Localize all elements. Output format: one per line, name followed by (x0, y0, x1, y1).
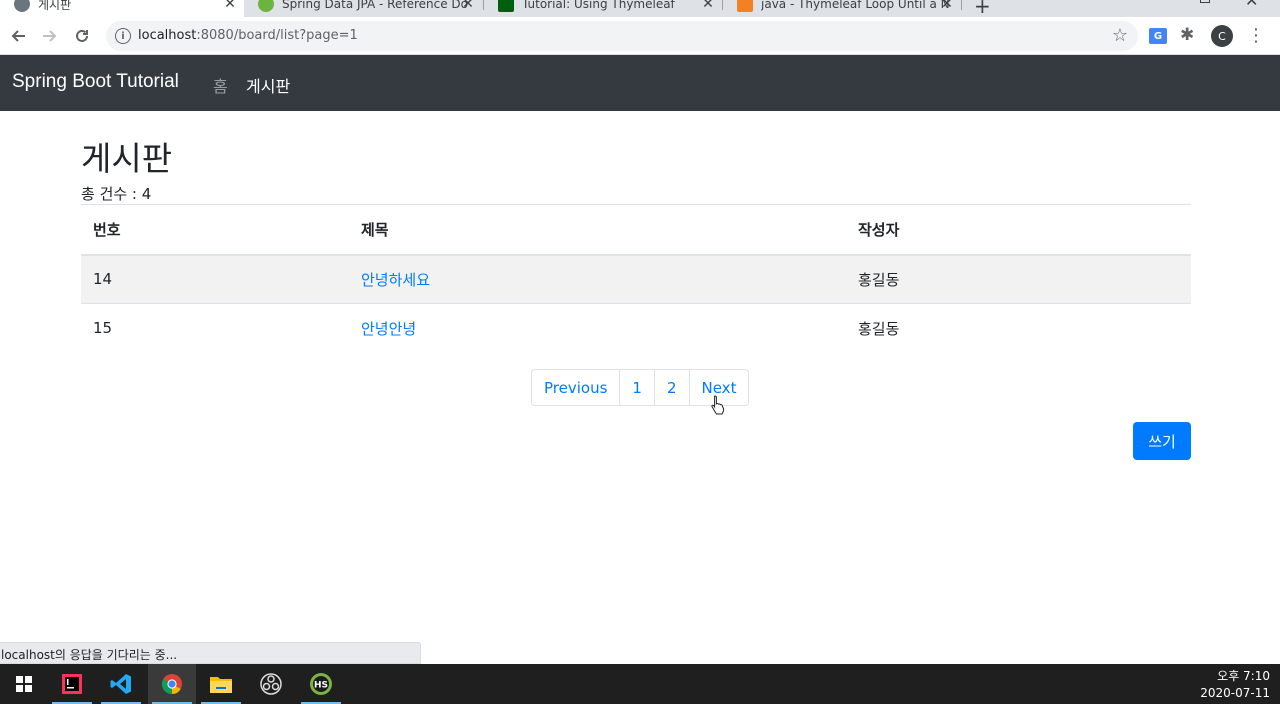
column-header-title: 제목 (349, 204, 846, 256)
intellij-icon (62, 674, 82, 694)
profile-avatar[interactable]: C (1211, 25, 1233, 47)
close-icon[interactable]: ✕ (700, 0, 716, 12)
pagination-previous[interactable]: Previous (531, 369, 621, 406)
address-bar[interactable]: i localhost:8080/board/list?page=1 ☆ (106, 21, 1138, 51)
extensions-puzzle-icon[interactable]: ✱ (1180, 25, 1194, 45)
window-restore-icon[interactable] (1200, 0, 1210, 3)
windows-logo-icon (16, 676, 32, 692)
more-menu-icon[interactable]: ⋮ (1247, 25, 1265, 46)
new-tab-plus-icon[interactable]: + (974, 0, 991, 17)
system-clock[interactable]: 오후 7:10 2020-07-11 (1200, 668, 1270, 702)
url-path: :8080/board/list?page=1 (196, 28, 358, 43)
windows-taskbar: HS 오후 7:10 2020-07-11 (0, 664, 1280, 704)
svg-text:HS: HS (314, 681, 328, 691)
site-navbar: Spring Boot Tutorial 홈 게시판 (0, 55, 1280, 111)
window-close-icon[interactable]: ✕ (1245, 0, 1258, 10)
tab-title: 게시판 (38, 0, 72, 12)
hs-app-icon: HS (310, 673, 332, 695)
browser-status-bubble: localhost의 응답을 기다리는 중... (0, 642, 421, 664)
vscode-icon (110, 674, 131, 694)
browser-toolbar: i localhost:8080/board/list?page=1 ☆ G ✱… (0, 17, 1280, 55)
clock-time: 오후 7:10 (1217, 669, 1270, 683)
pagination-page-2[interactable]: 2 (653, 369, 690, 406)
nav-link-home[interactable]: 홈 (213, 73, 228, 97)
pagination-page-1[interactable]: 1 (619, 369, 655, 406)
page-title: 게시판 (81, 139, 173, 178)
spring-favicon-icon (14, 0, 30, 12)
tab-title: Tutorial: Using Thymeleaf (522, 0, 675, 11)
clock-date: 2020-07-11 (1200, 686, 1270, 700)
tab-title: Spring Data JPA - Reference Do (282, 0, 469, 11)
tab-separator (961, 0, 962, 10)
column-header-number: 번호 (81, 204, 349, 256)
browser-tab-board[interactable]: 게시판 ✕ (0, 0, 244, 17)
taskbar-intellij[interactable] (48, 664, 96, 704)
post-title-link[interactable]: 안녕안녕 (361, 320, 416, 338)
google-translate-icon[interactable]: G (1149, 28, 1167, 44)
taskbar-chrome[interactable] (148, 664, 196, 704)
taskbar-file-explorer[interactable] (197, 664, 245, 704)
post-title-link[interactable]: 안녕하세요 (361, 271, 430, 289)
forward-arrow-icon[interactable] (38, 24, 62, 48)
back-arrow-icon[interactable] (6, 24, 30, 48)
stackoverflow-favicon-icon (737, 0, 753, 12)
table-row: 14 안녕하세요 홍길동 (81, 254, 1191, 304)
spring-favicon-icon (258, 0, 274, 12)
browser-tab-spring-data[interactable]: Spring Data JPA - Reference Do ✕ (244, 0, 482, 17)
post-author: 홍길동 (846, 254, 1191, 304)
total-count: 총 건수 : 4 (81, 185, 152, 203)
tab-title: java - Thymeleaf Loop Until a N (761, 0, 950, 11)
chrome-icon (161, 674, 182, 695)
file-explorer-icon (210, 677, 232, 693)
address-url[interactable]: localhost:8080/board/list?page=1 (138, 28, 358, 43)
close-icon[interactable]: ✕ (460, 0, 476, 12)
browser-tab-stackoverflow[interactable]: java - Thymeleaf Loop Until a N ✕ (723, 0, 961, 17)
thymeleaf-favicon-icon (498, 0, 514, 12)
post-title-cell: 안녕하세요 (349, 254, 846, 304)
write-button[interactable]: 쓰기 (1133, 422, 1191, 460)
browser-tab-thymeleaf[interactable]: Tutorial: Using Thymeleaf ✕ (484, 0, 722, 17)
board-table: 번호 제목 작성자 14 안녕하세요 홍길동 15 안녕안녕 홍길동 (81, 204, 1191, 353)
close-icon[interactable]: ✕ (222, 0, 238, 12)
post-number: 15 (81, 303, 349, 353)
info-icon[interactable]: i (115, 28, 131, 44)
column-header-author: 작성자 (846, 204, 1191, 256)
taskbar-obs[interactable] (247, 664, 295, 704)
navbar-brand[interactable]: Spring Boot Tutorial (12, 71, 179, 93)
nav-link-board[interactable]: 게시판 (246, 73, 290, 97)
post-number: 14 (81, 254, 349, 304)
post-title-cell: 안녕안녕 (349, 303, 846, 353)
bookmark-star-icon[interactable]: ☆ (1112, 25, 1128, 46)
hand-pointer-cursor-icon (711, 395, 725, 420)
taskbar-vscode[interactable] (97, 664, 145, 704)
taskbar-hs-app[interactable]: HS (297, 664, 345, 704)
post-author: 홍길동 (846, 303, 1191, 353)
reload-icon[interactable] (70, 24, 94, 48)
table-header-row: 번호 제목 작성자 (81, 204, 1191, 256)
start-button[interactable] (0, 664, 48, 704)
browser-tab-strip: 게시판 ✕ Spring Data JPA - Reference Do ✕ T… (0, 0, 1280, 17)
url-host: localhost (138, 28, 197, 43)
obs-icon (260, 673, 282, 695)
table-row: 15 안녕안녕 홍길동 (81, 303, 1191, 353)
close-icon[interactable]: ✕ (939, 0, 955, 12)
